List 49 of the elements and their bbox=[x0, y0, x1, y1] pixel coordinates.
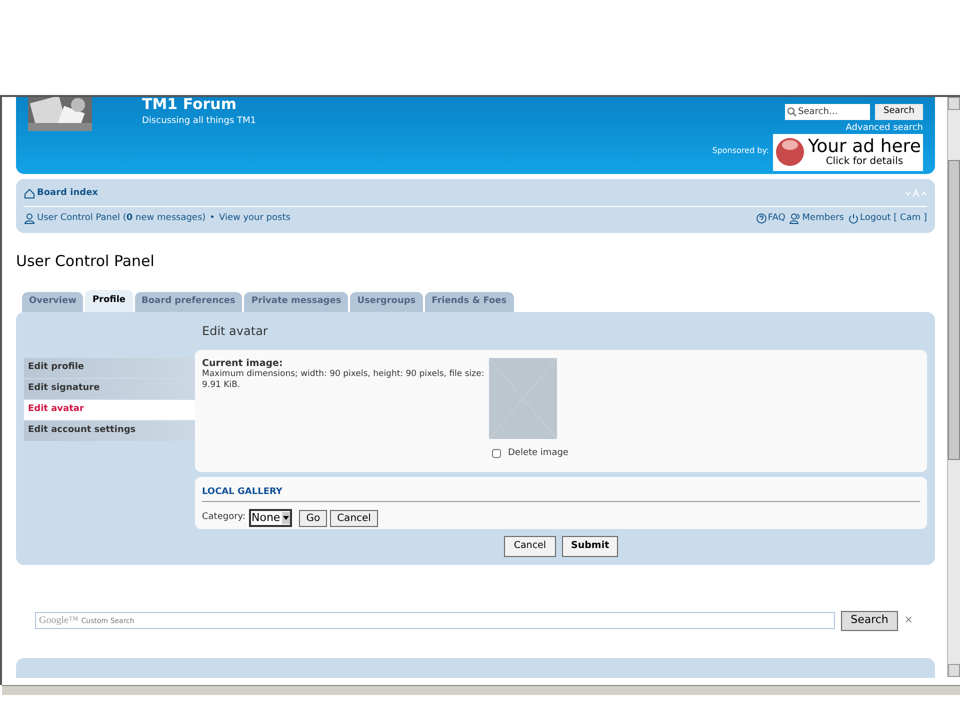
tab[interactable]: Profile bbox=[85, 290, 133, 312]
user-icon bbox=[24, 212, 35, 224]
checkbox-label: Delete image bbox=[508, 446, 568, 460]
tab[interactable]: Board preferences bbox=[134, 292, 242, 312]
delete-image-checkbox[interactable] bbox=[492, 448, 501, 458]
search-button[interactable]: Search bbox=[875, 104, 923, 120]
sphere-icon bbox=[775, 136, 805, 168]
menu-item[interactable]: Edit avatar bbox=[24, 400, 195, 420]
board-index-link[interactable]: Board index bbox=[24, 187, 98, 200]
search-icon bbox=[787, 107, 797, 117]
tab[interactable]: Private messages bbox=[244, 292, 348, 312]
close-button[interactable]: × bbox=[904, 612, 914, 629]
menu-item[interactable]: Edit signature bbox=[24, 378, 195, 398]
home-icon bbox=[24, 188, 35, 200]
panel-heading: Edit avatar bbox=[201, 322, 269, 340]
field-label: Current image: bbox=[202, 358, 284, 368]
separator-dot: • bbox=[210, 212, 215, 224]
caret-icon bbox=[283, 516, 290, 520]
user-link[interactable]: View your posts bbox=[218, 212, 290, 225]
nav-link[interactable]: FAQ bbox=[756, 212, 786, 225]
site-description: Discussing all things TM1 bbox=[142, 115, 256, 128]
gallery-button[interactable]: Cancel bbox=[330, 510, 378, 526]
nav-link[interactable]: Members bbox=[789, 212, 844, 225]
users-icon bbox=[789, 212, 802, 224]
field-description: Maximum dimensions; width: 90 pixels, height: 90 pixels, file size: 9.91 KiB. bbox=[202, 368, 486, 390]
category-select[interactable]: None bbox=[248, 509, 292, 527]
tab[interactable]: Overview bbox=[22, 292, 84, 312]
ad-headline: Your ad here bbox=[808, 138, 921, 156]
cancel-button[interactable]: Cancel bbox=[504, 536, 556, 556]
search-field[interactable]: Search… bbox=[785, 104, 870, 120]
submit-button[interactable]: Submit bbox=[562, 536, 618, 556]
sponsor-label: Sponsored by: bbox=[712, 144, 769, 156]
menu-item[interactable]: Edit profile bbox=[24, 358, 195, 378]
site-title[interactable]: TM1 Forum bbox=[142, 97, 256, 113]
gallery-button[interactable]: Go bbox=[299, 510, 328, 526]
search-button[interactable]: Search bbox=[841, 610, 898, 630]
field-label: Category: bbox=[202, 511, 246, 524]
section-title: LOCAL GALLERY bbox=[202, 486, 920, 502]
user-link[interactable]: User Control Panel (0 new messages) bbox=[37, 212, 206, 225]
ad-subline: Click for details bbox=[826, 156, 904, 166]
advanced-search-link[interactable]: Advanced search bbox=[846, 122, 923, 136]
nav-link[interactable]: Logout [ Cam ] bbox=[848, 212, 927, 225]
page-title: User Control Panel bbox=[16, 252, 154, 270]
tab[interactable]: Friends & Foes bbox=[424, 292, 514, 312]
tab[interactable]: Usergroups bbox=[350, 292, 423, 312]
help-icon bbox=[756, 212, 767, 224]
menu-item[interactable]: Edit account settings bbox=[24, 420, 195, 440]
power-icon bbox=[848, 212, 859, 224]
ad-banner[interactable]: Your ad here Click for details bbox=[773, 134, 923, 170]
